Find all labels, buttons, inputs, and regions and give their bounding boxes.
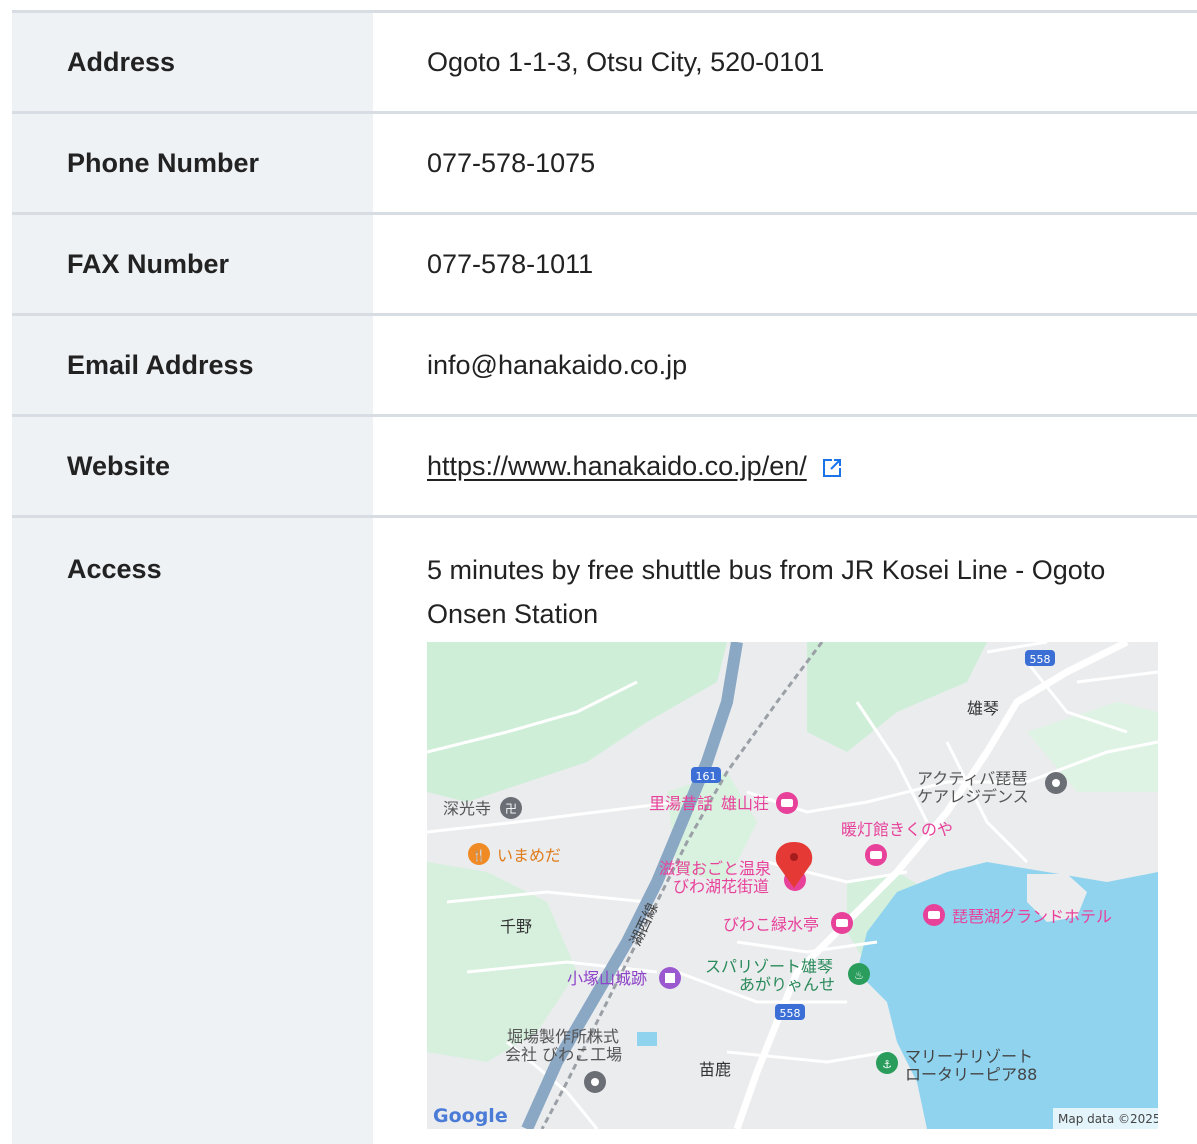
address-value: Ogoto 1-1-3, Otsu City, 520-0101 [427,46,825,77]
route-558-mid-shield: 558 [780,1007,801,1020]
hotel-label-1: 滋賀おごと温泉 [659,859,771,878]
hotel-label-2: びわ湖花街道 [673,877,769,896]
phone-row: Phone Number 077-578-1075 [12,114,1197,215]
access-label: Access [12,518,373,1144]
spa-label-2: あがりゃんせ [739,975,835,994]
senya-label: 千野 [500,917,532,936]
spa-label-1: スパリゾート雄琴 [705,957,833,976]
access-cell: 5 minutes by free shuttle bus from JR Ko… [373,518,1197,1144]
naeka-label: 苗鹿 [699,1060,731,1079]
info-table: Address Ogoto 1-1-3, Otsu City, 520-0101… [12,10,1197,1144]
access-value: 5 minutes by free shuttle bus from JR Ko… [427,555,1106,629]
map-attribution[interactable]: Map data ©2025 [1058,1112,1158,1126]
horiba-label-2: 会社 びわこ工場 [505,1045,622,1064]
horiba-label-1: 堀場製作所株式 [507,1027,619,1046]
ogoto-area-label: 雄琴 [967,699,999,718]
dantokan-label: 暖灯館きくのや [841,820,953,839]
route-161-shield: 161 [696,770,717,783]
google-map[interactable]: 558 161 558 湖西線 雄琴 千野 苗鹿 深光寺 卍 🍴 いまめだ 里湯… [427,642,1158,1129]
phone-value: 077-578-1075 [427,147,596,178]
svg-text:卍: 卍 [505,802,517,816]
phone-label: Phone Number [12,114,373,212]
external-link-icon[interactable] [821,455,843,477]
activa-label-1: アクティバ琵琶 [917,769,1027,788]
satoyu-label-2: 雄山荘 [721,794,769,813]
website-label: Website [12,417,373,515]
email-value: info@hanakaido.co.jp [427,349,688,380]
address-row: Address Ogoto 1-1-3, Otsu City, 520-0101 [12,13,1197,114]
website-cell: https://www.hanakaido.co.jp/en/ [373,417,1197,515]
marina-label-2: ロータリーピア88 [905,1065,1037,1084]
marina-label-1: マリーナリゾート [905,1047,1033,1066]
imameda-label: いまめだ [497,846,561,865]
fax-label: FAX Number [12,215,373,313]
activa-label-2: ケアレジデンス [917,787,1029,806]
kozukayama-label: 小塚山城跡 [567,969,647,988]
route-558-top-shield: 558 [1030,653,1051,666]
website-link[interactable]: https://www.hanakaido.co.jp/en/ [427,451,807,482]
website-row: Website https://www.hanakaido.co.jp/en/ [12,417,1197,518]
satoyu-label-1: 里湯昔話 [649,794,713,813]
access-row: Access 5 minutes by free shuttle bus fro… [12,518,1197,1144]
fax-row: FAX Number 077-578-1011 [12,215,1197,316]
fax-value: 077-578-1011 [427,248,594,279]
svg-text:🍴: 🍴 [472,849,486,862]
grand-hotel-label: 琵琶湖グランドホテル [952,907,1112,926]
svg-text:♨: ♨ [854,969,864,982]
shinkoji-label: 深光寺 [443,799,491,818]
svg-text:⚓: ⚓ [882,1058,892,1071]
email-label: Email Address [12,316,373,414]
google-logo: Google [433,1105,508,1127]
email-row: Email Address info@hanakaido.co.jp [12,316,1197,417]
address-label: Address [12,13,373,111]
midorimizu-label: びわこ緑水亭 [723,915,819,934]
